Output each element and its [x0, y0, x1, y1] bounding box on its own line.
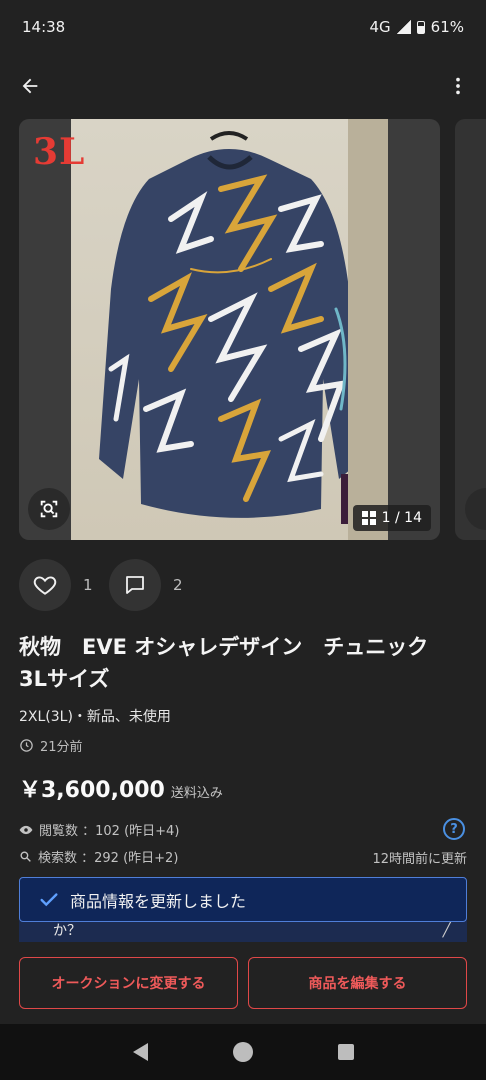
more-vert-icon[interactable] — [444, 72, 472, 100]
view-stats-text: 閲覧数 ：102 (昨日+4) — [39, 824, 180, 839]
product-photo — [71, 119, 388, 540]
app-bar — [0, 62, 486, 110]
image-counter: 1 / 14 — [352, 505, 431, 531]
status-time: 14:38 — [22, 18, 66, 36]
price: ￥3,600,000 — [19, 778, 165, 803]
size-overlay-label: 3L — [33, 131, 86, 173]
tunic-illustration — [99, 131, 363, 524]
next-image-peek[interactable] — [455, 119, 486, 540]
signal-icon — [396, 20, 411, 34]
shipping-note: 送料込み — [170, 786, 223, 801]
posted-time: 21分前 — [19, 736, 83, 755]
back-arrow-icon[interactable] — [16, 72, 44, 100]
lens-search-icon-next — [465, 488, 486, 530]
updated-time: 12時間前に更新 — [372, 852, 467, 867]
lens-search-icon[interactable] — [28, 488, 70, 530]
help-icon[interactable]: ? — [443, 818, 465, 840]
product-image-carousel[interactable]: 3L 1 / 14 — [19, 119, 440, 540]
search-stats: 検索数 ：292 (昨日+2) — [19, 847, 178, 866]
price-block: ￥3,600,000 送料込み — [19, 772, 223, 804]
posted-time-text: 21分前 — [40, 740, 83, 755]
promo-banner-text: か？ — [53, 923, 81, 939]
size-condition: 2XL(3L)・新品、未使用 — [19, 709, 171, 725]
image-counter-text: 1 / 14 — [381, 510, 422, 526]
engagement-actions: 1 2 — [19, 559, 197, 611]
comment-button[interactable] — [109, 559, 161, 611]
nav-home-icon[interactable] — [232, 1042, 253, 1062]
nav-back-icon[interactable] — [132, 1043, 148, 1061]
search-stats-text: 検索数 ：292 (昨日+2) — [38, 851, 179, 866]
like-count: 1 — [83, 576, 93, 594]
eye-icon — [19, 825, 33, 834]
status-indicators: 4G 61% — [369, 18, 464, 36]
heart-icon — [33, 576, 57, 595]
edit-item-button[interactable]: 商品を編集する — [248, 957, 467, 1009]
product-title: 秋物 EVE オシャレデザイン チュニック 3Lサイズ — [19, 635, 450, 691]
battery-level: 61% — [430, 18, 464, 36]
comment-icon — [126, 576, 144, 594]
toast-message: 商品情報を更新しました — [70, 891, 247, 911]
view-stats: 閲覧数 ：102 (昨日+4) — [19, 820, 179, 839]
photo-wall — [348, 119, 388, 540]
update-toast: 商品情報を更新しました — [19, 877, 467, 922]
comment-count: 2 — [173, 576, 183, 594]
gallery-grid-icon — [361, 511, 376, 525]
nav-recents-icon[interactable] — [337, 1044, 354, 1060]
status-bar: 14:38 4G 61% — [0, 0, 486, 54]
search-icon — [20, 851, 31, 862]
battery-icon — [416, 20, 425, 34]
change-to-auction-button[interactable]: オークションに変更する — [19, 957, 238, 1009]
like-button[interactable] — [19, 559, 71, 611]
system-nav-bar — [0, 1024, 486, 1080]
check-icon — [40, 892, 58, 906]
network-label: 4G — [369, 18, 391, 36]
clock-icon — [20, 739, 33, 752]
banner-arrow-icon: ╱ — [442, 922, 451, 938]
